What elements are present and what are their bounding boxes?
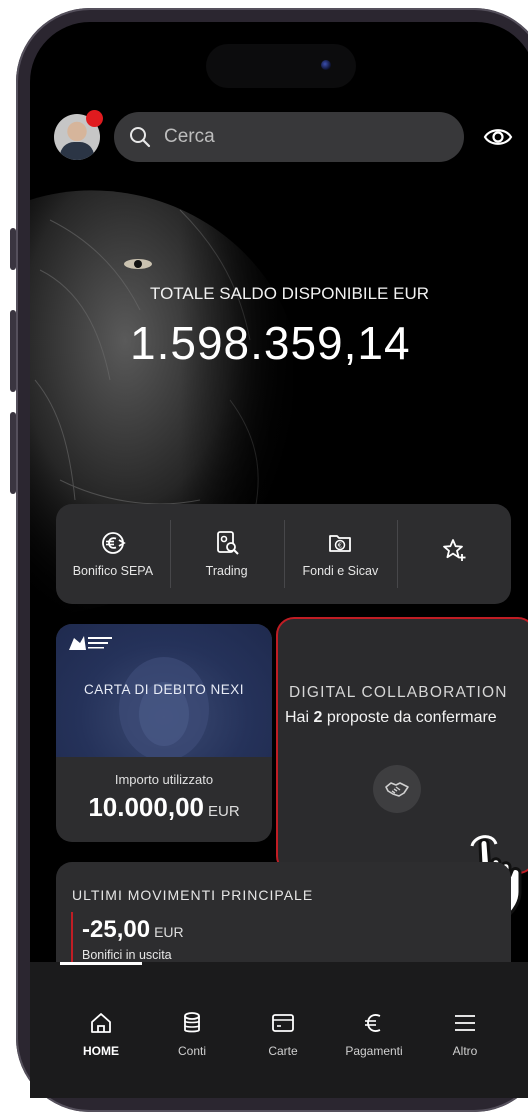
nav-label: HOME <box>83 1044 119 1058</box>
quick-actions: Bonifico SEPA Trading € Fondi e Sicav <box>56 504 511 604</box>
nav-label: Altro <box>452 1044 478 1058</box>
dc-text-prefix: Hai <box>285 709 310 726</box>
action-label: Bonifico SEPA <box>72 564 154 578</box>
star-plus-icon <box>443 539 466 561</box>
nav-pagamenti[interactable]: Pagamenti <box>329 1010 419 1058</box>
camera-icon <box>321 60 331 70</box>
movement-amount: -25,00 EUR <box>82 916 184 944</box>
movement-amount-value: -25,00 <box>82 916 151 943</box>
card-subtitle: Importo utilizzato <box>114 772 214 787</box>
movements-title: ULTIMI MOVIMENTI PRINCIPALE <box>72 887 314 903</box>
volume-down-button <box>10 412 16 494</box>
home-icon <box>91 1013 111 1033</box>
nav-home[interactable]: HOME <box>56 1010 146 1058</box>
movement-indicator <box>71 912 73 962</box>
search-bar[interactable] <box>114 112 464 162</box>
silent-switch <box>10 228 16 270</box>
handshake-button[interactable] <box>373 765 421 813</box>
euro-transfer-icon <box>101 532 126 554</box>
dc-count: 2 <box>313 709 323 726</box>
dc-text-suffix: proposte da confermare <box>326 709 497 726</box>
notification-dot <box>86 110 103 127</box>
card-title: CARTA DI DEBITO NEXI <box>83 682 245 697</box>
nav-label: Carte <box>268 1044 298 1058</box>
nav-altro[interactable]: Altro <box>420 1010 510 1058</box>
euro-icon <box>365 1014 381 1032</box>
action-label: Fondi e Sicav <box>302 564 379 578</box>
movement-amount-currency: EUR <box>154 924 184 940</box>
debit-card-tile[interactable]: CARTA DI DEBITO NEXI Importo utilizzato … <box>56 624 272 842</box>
card-image: CARTA DI DEBITO NEXI <box>56 624 272 757</box>
volume-up-button <box>10 310 16 392</box>
action-fondi-sicav[interactable]: € Fondi e Sicav <box>283 504 398 604</box>
card-amount-value: 10.000,00 <box>88 792 204 822</box>
menu-icon <box>455 1015 475 1031</box>
nav-conti[interactable]: Conti <box>147 1010 237 1058</box>
nav-label: Conti <box>177 1044 206 1058</box>
eye-icon[interactable] <box>483 125 513 149</box>
balance-value: 1.598.359,14 <box>130 317 411 369</box>
active-tab-indicator <box>60 962 142 965</box>
action-favorites[interactable] <box>397 504 511 604</box>
action-label: Trading <box>205 564 248 578</box>
database-icon <box>184 1012 200 1033</box>
svg-text:€: € <box>338 542 342 550</box>
dynamic-island <box>206 44 356 88</box>
search-input[interactable] <box>162 125 446 149</box>
movement-description: Bonifici in uscita <box>82 948 172 962</box>
euro-folder-icon: € <box>329 535 352 552</box>
dc-title: DIGITAL COLLABORATION <box>289 684 508 701</box>
card-amount: 10.000,00 EUR <box>56 792 272 823</box>
nav-carte[interactable]: Carte <box>238 1010 328 1058</box>
dc-text: Hai 2 proposte da confermare <box>285 709 528 727</box>
trading-doc-search-icon <box>216 531 239 555</box>
handshake-icon <box>385 782 409 797</box>
action-bonifico-sepa[interactable]: Bonifico SEPA <box>56 504 170 604</box>
bank-logo <box>69 636 112 650</box>
action-trading[interactable]: Trading <box>169 504 284 604</box>
nav-label: Pagamenti <box>345 1044 403 1058</box>
balance-label: TOTALE SALDO DISPONIBILE EUR <box>150 284 430 303</box>
card-amount-currency: EUR <box>208 803 240 820</box>
search-icon <box>130 127 151 148</box>
card-icon <box>272 1014 294 1032</box>
